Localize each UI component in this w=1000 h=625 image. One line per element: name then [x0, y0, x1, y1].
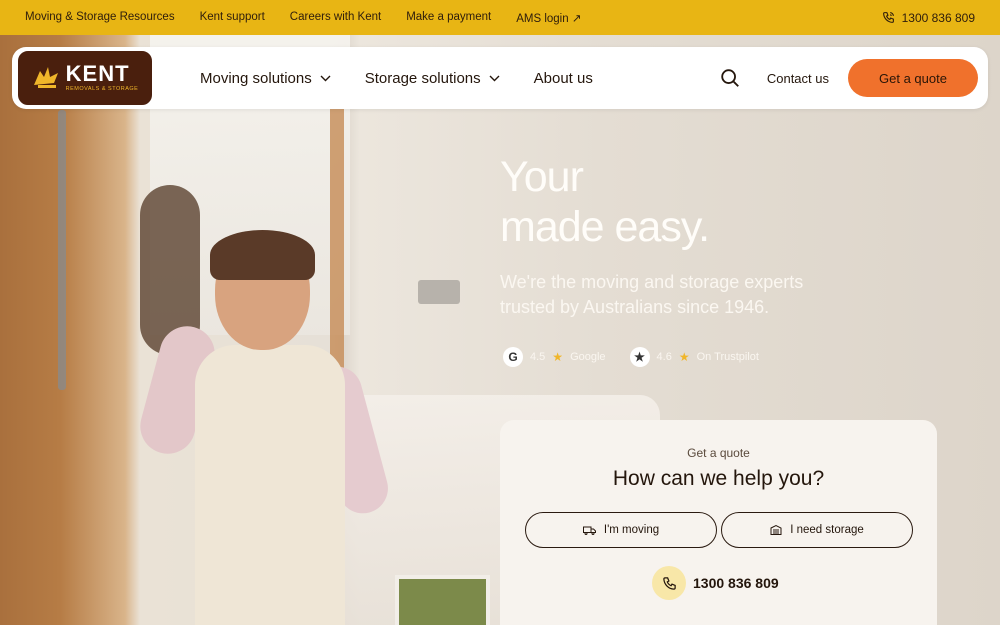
link-make-payment[interactable]: Make a payment: [406, 11, 491, 25]
link-moving-storage-resources[interactable]: Moving & Storage Resources: [25, 11, 175, 25]
chevron-down-icon: [320, 75, 331, 81]
ratings-row: G 4.5 ★ Google ★ 4.6 ★ On Trustpilot: [503, 347, 759, 367]
hero-light-switch: [418, 280, 460, 304]
star-icon: ★: [552, 350, 564, 364]
quote-card: Get a quote How can we help you? I'm mov…: [500, 420, 937, 625]
quote-card-phone[interactable]: 1300 836 809: [652, 566, 779, 600]
star-icon: ★: [678, 350, 690, 364]
hero-subtext: We're the moving and storage experts tru…: [500, 272, 804, 317]
hero-picture: [395, 575, 490, 625]
headline-line-1: Your: [500, 153, 584, 201]
menu-about-us[interactable]: About us: [534, 70, 593, 87]
trustpilot-score: 4.6: [656, 351, 672, 363]
im-moving-label: I'm moving: [603, 524, 660, 536]
logo-text: KENT: [65, 61, 130, 87]
menu-moving-solutions[interactable]: Moving solutions: [200, 70, 331, 87]
truck-icon: [582, 526, 596, 535]
trustpilot-rating[interactable]: ★ 4.6 ★ On Trustpilot: [629, 347, 759, 367]
phone-icon: [662, 576, 676, 590]
get-a-quote-button[interactable]: Get a quote: [848, 59, 978, 97]
chevron-down-icon: [489, 75, 500, 81]
contact-us-link[interactable]: Contact us: [767, 71, 829, 86]
header-actions: Contact us Get a quote: [719, 59, 978, 97]
link-careers[interactable]: Careers with Kent: [290, 11, 381, 25]
phone-icon-circle: [652, 566, 686, 600]
main-menu: Moving solutions Storage solutions About…: [200, 70, 593, 87]
external-arrow-icon: ↗: [571, 12, 582, 25]
griffin-logo-icon: [33, 67, 58, 88]
utility-bar: Moving & Storage Resources Kent support …: [0, 0, 1000, 35]
menu-about-us-label: About us: [533, 69, 593, 87]
search-icon[interactable]: [719, 67, 741, 89]
quote-card-phone-number: 1300 836 809: [693, 575, 779, 591]
google-icon: G: [503, 347, 523, 367]
quote-card-label: Get a quote: [687, 446, 750, 460]
hero-girl-hair: [210, 230, 315, 280]
headline-line-2: made easy.: [500, 203, 710, 251]
hero-door-handle: [58, 110, 66, 390]
ams-login-label: AMS login: [516, 12, 569, 25]
im-moving-button[interactable]: I'm moving: [525, 512, 717, 548]
google-score: 4.5: [530, 351, 546, 363]
menu-storage-solutions-label: Storage solutions: [364, 69, 481, 87]
hero-headline: Your made easy.: [500, 152, 710, 252]
i-need-storage-label: I need storage: [790, 524, 864, 536]
trustpilot-source: On Trustpilot: [696, 351, 759, 363]
logo-subtext: REMOVALS & STORAGE: [65, 86, 139, 93]
google-source: Google: [570, 351, 606, 363]
topbar-phone-link[interactable]: 1300 836 809: [882, 11, 975, 25]
link-ams-login[interactable]: AMS login ↗: [516, 11, 581, 25]
utility-links: Moving & Storage Resources Kent support …: [25, 11, 581, 25]
google-rating[interactable]: G 4.5 ★ Google: [503, 347, 606, 367]
hero-girl-body: [195, 345, 345, 625]
menu-storage-solutions[interactable]: Storage solutions: [365, 70, 500, 87]
kent-logo[interactable]: KENT REMOVALS & STORAGE: [16, 49, 154, 107]
topbar-phone-number: 1300 836 809: [901, 10, 975, 25]
main-header: KENT REMOVALS & STORAGE Moving solutions…: [12, 47, 988, 109]
quote-card-title: How can we help you?: [612, 467, 825, 490]
link-kent-support[interactable]: Kent support: [200, 11, 265, 25]
storage-icon: [770, 524, 782, 535]
i-need-storage-button[interactable]: I need storage: [721, 512, 913, 548]
menu-moving-solutions-label: Moving solutions: [200, 69, 312, 87]
trustpilot-icon: ★: [629, 347, 650, 367]
phone-icon: [882, 12, 894, 23]
logo-wordmark: KENT REMOVALS & STORAGE: [66, 63, 139, 93]
